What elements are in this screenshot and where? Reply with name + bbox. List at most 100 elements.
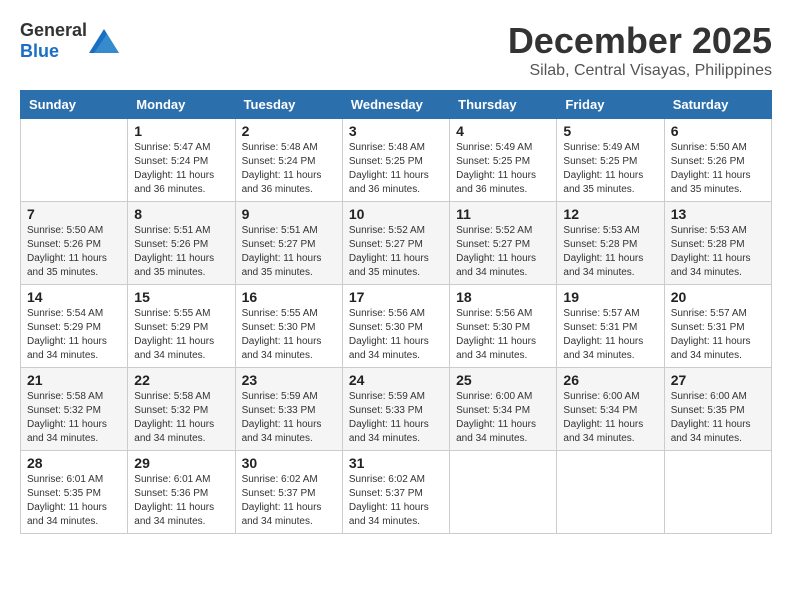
calendar-cell: 5 Sunrise: 5:49 AMSunset: 5:25 PMDaylight… bbox=[557, 119, 664, 202]
calendar-cell: 6Sunrise: 5:50 AMSunset: 5:26 PMDaylight… bbox=[664, 119, 771, 202]
day-number: 17 bbox=[349, 289, 443, 305]
day-info: Sunrise: 5:58 AMSunset: 5:32 PMDaylight:… bbox=[134, 390, 228, 446]
day-number: 10 bbox=[349, 206, 443, 222]
day-info: Sunrise: 6:02 AMSunset: 5:37 PMDaylight:… bbox=[349, 473, 443, 529]
weekday-header-sunday: Sunday bbox=[21, 91, 128, 119]
day-info: Sunrise: 5:56 AMSunset: 5:30 PMDaylight:… bbox=[349, 307, 443, 363]
calendar-cell: 26 Sunrise: 6:00 AMSunset: 5:34 PMDayligh… bbox=[557, 368, 664, 451]
day-number: 18 bbox=[456, 289, 550, 305]
logo-blue: Blue bbox=[20, 41, 59, 61]
logo-general: General bbox=[20, 20, 87, 40]
calendar-cell: 31 Sunrise: 6:02 AMSunset: 5:37 PMDayligh… bbox=[342, 451, 449, 534]
calendar-cell: 30 Sunrise: 6:02 AMSunset: 5:37 PMDayligh… bbox=[235, 451, 342, 534]
weekday-header-wednesday: Wednesday bbox=[342, 91, 449, 119]
calendar-cell: 10 Sunrise: 5:52 AMSunset: 5:27 PMDayligh… bbox=[342, 202, 449, 285]
day-number: 31 bbox=[349, 455, 443, 471]
calendar-cell bbox=[557, 451, 664, 534]
day-number: 11 bbox=[456, 206, 550, 222]
weekday-header-saturday: Saturday bbox=[664, 91, 771, 119]
day-number: 26 bbox=[563, 372, 657, 388]
day-info: Sunrise: 5:51 AMSunset: 5:27 PMDaylight:… bbox=[242, 224, 336, 280]
day-number: 27 bbox=[671, 372, 765, 388]
calendar-cell: 22 Sunrise: 5:58 AMSunset: 5:32 PMDayligh… bbox=[128, 368, 235, 451]
logo: General Blue bbox=[20, 20, 119, 62]
day-number: 14 bbox=[27, 289, 121, 305]
day-number: 5 bbox=[563, 123, 657, 139]
day-number: 13 bbox=[671, 206, 765, 222]
calendar-cell: 16 Sunrise: 5:55 AMSunset: 5:30 PMDayligh… bbox=[235, 285, 342, 368]
day-info: Sunrise: 5:58 AMSunset: 5:32 PMDaylight:… bbox=[27, 390, 121, 446]
day-info: Sunrise: 6:01 AMSunset: 5:36 PMDaylight:… bbox=[134, 473, 228, 529]
calendar-cell: 13Sunrise: 5:53 AMSunset: 5:28 PMDayligh… bbox=[664, 202, 771, 285]
day-number: 9 bbox=[242, 206, 336, 222]
day-number: 21 bbox=[27, 372, 121, 388]
logo-icon bbox=[89, 29, 119, 53]
calendar-cell: 27 Sunrise: 6:00 AMSunset: 5:35 PMDayligh… bbox=[664, 368, 771, 451]
day-info: Sunrise: 5:59 AMSunset: 5:33 PMDaylight:… bbox=[349, 390, 443, 446]
location-subtitle: Silab, Central Visayas, Philippines bbox=[508, 62, 772, 80]
day-number: 30 bbox=[242, 455, 336, 471]
day-info: Sunrise: 5:54 AMSunset: 5:29 PMDaylight:… bbox=[27, 307, 121, 363]
day-info: Sunrise: 6:00 AMSunset: 5:35 PMDaylight:… bbox=[671, 390, 765, 446]
day-number: 24 bbox=[349, 372, 443, 388]
month-title: December 2025 bbox=[508, 20, 772, 62]
calendar-cell: 14 Sunrise: 5:54 AMSunset: 5:29 PMDayligh… bbox=[21, 285, 128, 368]
day-info: Sunrise: 5:55 AMSunset: 5:30 PMDaylight:… bbox=[242, 307, 336, 363]
day-info: Sunrise: 5:50 AMSunset: 5:26 PMDaylight:… bbox=[27, 224, 121, 280]
calendar-week-row: 7 Sunrise: 5:50 AMSunset: 5:26 PMDaylight… bbox=[21, 202, 772, 285]
day-info: Sunrise: 5:49 AMSunset: 5:25 PMDaylight:… bbox=[456, 141, 550, 197]
day-info: Sunrise: 5:47 AMSunset: 5:24 PMDaylight:… bbox=[134, 141, 228, 197]
day-number: 28 bbox=[27, 455, 121, 471]
day-info: Sunrise: 5:48 AMSunset: 5:24 PMDaylight:… bbox=[242, 141, 336, 197]
day-info: Sunrise: 5:52 AMSunset: 5:27 PMDaylight:… bbox=[456, 224, 550, 280]
day-number: 6 bbox=[671, 123, 765, 139]
calendar-cell: 4Sunrise: 5:49 AMSunset: 5:25 PMDaylight… bbox=[450, 119, 557, 202]
day-info: Sunrise: 6:01 AMSunset: 5:35 PMDaylight:… bbox=[27, 473, 121, 529]
day-info: Sunrise: 6:00 AMSunset: 5:34 PMDaylight:… bbox=[563, 390, 657, 446]
day-number: 29 bbox=[134, 455, 228, 471]
calendar-cell: 21 Sunrise: 5:58 AMSunset: 5:32 PMDayligh… bbox=[21, 368, 128, 451]
calendar-header-row: SundayMondayTuesdayWednesdayThursdayFrid… bbox=[21, 91, 772, 119]
calendar-cell: 25Sunrise: 6:00 AMSunset: 5:34 PMDayligh… bbox=[450, 368, 557, 451]
calendar-cell: 19 Sunrise: 5:57 AMSunset: 5:31 PMDayligh… bbox=[557, 285, 664, 368]
day-number: 3 bbox=[349, 123, 443, 139]
day-info: Sunrise: 5:56 AMSunset: 5:30 PMDaylight:… bbox=[456, 307, 550, 363]
day-info: Sunrise: 5:57 AMSunset: 5:31 PMDaylight:… bbox=[671, 307, 765, 363]
day-number: 19 bbox=[563, 289, 657, 305]
day-info: Sunrise: 5:52 AMSunset: 5:27 PMDaylight:… bbox=[349, 224, 443, 280]
calendar-cell bbox=[450, 451, 557, 534]
calendar-cell: 8Sunrise: 5:51 AMSunset: 5:26 PMDaylight… bbox=[128, 202, 235, 285]
calendar-cell: 29 Sunrise: 6:01 AMSunset: 5:36 PMDayligh… bbox=[128, 451, 235, 534]
day-info: Sunrise: 5:48 AMSunset: 5:25 PMDaylight:… bbox=[349, 141, 443, 197]
day-number: 22 bbox=[134, 372, 228, 388]
calendar-week-row: 14 Sunrise: 5:54 AMSunset: 5:29 PMDayligh… bbox=[21, 285, 772, 368]
calendar-cell: 15Sunrise: 5:55 AMSunset: 5:29 PMDayligh… bbox=[128, 285, 235, 368]
page-header: General Blue December 2025 Silab, Centra… bbox=[20, 20, 772, 80]
calendar-table: SundayMondayTuesdayWednesdayThursdayFrid… bbox=[20, 90, 772, 534]
calendar-week-row: 21 Sunrise: 5:58 AMSunset: 5:32 PMDayligh… bbox=[21, 368, 772, 451]
day-info: Sunrise: 5:53 AMSunset: 5:28 PMDaylight:… bbox=[563, 224, 657, 280]
day-number: 16 bbox=[242, 289, 336, 305]
calendar-week-row: 28 Sunrise: 6:01 AMSunset: 5:35 PMDayligh… bbox=[21, 451, 772, 534]
day-info: Sunrise: 5:57 AMSunset: 5:31 PMDaylight:… bbox=[563, 307, 657, 363]
day-info: Sunrise: 5:49 AMSunset: 5:25 PMDaylight:… bbox=[563, 141, 657, 197]
day-number: 2 bbox=[242, 123, 336, 139]
day-number: 1 bbox=[134, 123, 228, 139]
weekday-header-friday: Friday bbox=[557, 91, 664, 119]
weekday-header-tuesday: Tuesday bbox=[235, 91, 342, 119]
calendar-cell bbox=[21, 119, 128, 202]
title-block: December 2025 Silab, Central Visayas, Ph… bbox=[508, 20, 772, 80]
day-info: Sunrise: 6:02 AMSunset: 5:37 PMDaylight:… bbox=[242, 473, 336, 529]
day-number: 15 bbox=[134, 289, 228, 305]
calendar-cell: 28 Sunrise: 6:01 AMSunset: 5:35 PMDayligh… bbox=[21, 451, 128, 534]
calendar-cell: 17 Sunrise: 5:56 AMSunset: 5:30 PMDayligh… bbox=[342, 285, 449, 368]
calendar-cell bbox=[664, 451, 771, 534]
calendar-cell: 7 Sunrise: 5:50 AMSunset: 5:26 PMDaylight… bbox=[21, 202, 128, 285]
calendar-cell: 2 Sunrise: 5:48 AMSunset: 5:24 PMDaylight… bbox=[235, 119, 342, 202]
weekday-header-monday: Monday bbox=[128, 91, 235, 119]
weekday-header-thursday: Thursday bbox=[450, 91, 557, 119]
day-number: 7 bbox=[27, 206, 121, 222]
calendar-cell: 18 Sunrise: 5:56 AMSunset: 5:30 PMDayligh… bbox=[450, 285, 557, 368]
logo-text: General Blue bbox=[20, 20, 87, 62]
calendar-cell: 20Sunrise: 5:57 AMSunset: 5:31 PMDayligh… bbox=[664, 285, 771, 368]
